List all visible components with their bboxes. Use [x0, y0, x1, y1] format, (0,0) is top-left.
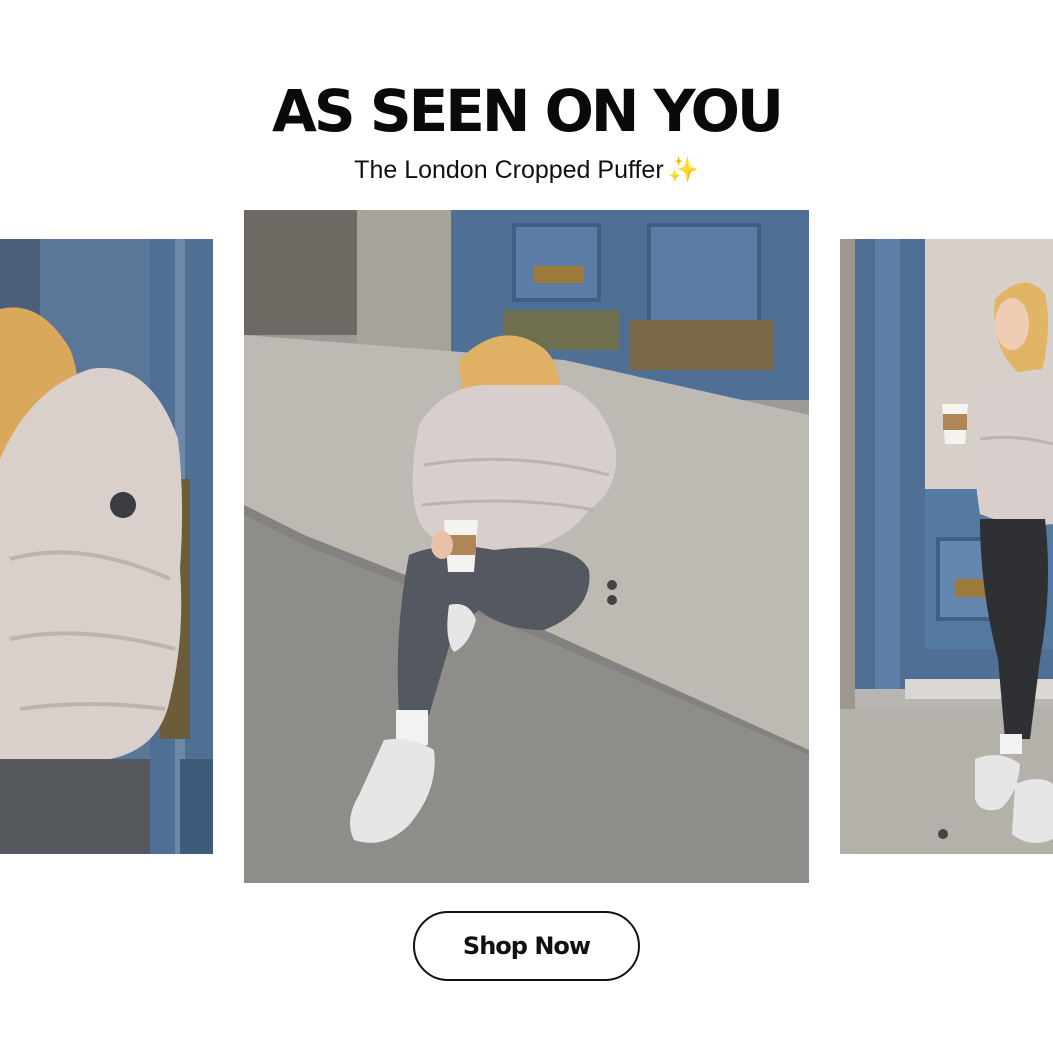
photo-center-image — [244, 210, 809, 883]
subheadline: The London Cropped Puffer ✨ — [0, 154, 1053, 186]
carousel-slide-left[interactable] — [0, 239, 213, 854]
sparkle-icon: ✨ — [667, 156, 699, 184]
carousel-slide-right[interactable] — [840, 239, 1053, 854]
photo-left-image — [0, 239, 213, 854]
carousel-slide-center[interactable] — [244, 210, 809, 883]
headline: AS SEEN ON YOU — [272, 77, 784, 145]
photo-right-image — [840, 239, 1053, 854]
product-name: The London Cropped Puffer — [354, 156, 664, 184]
shop-now-button[interactable]: Shop Now — [413, 911, 640, 981]
